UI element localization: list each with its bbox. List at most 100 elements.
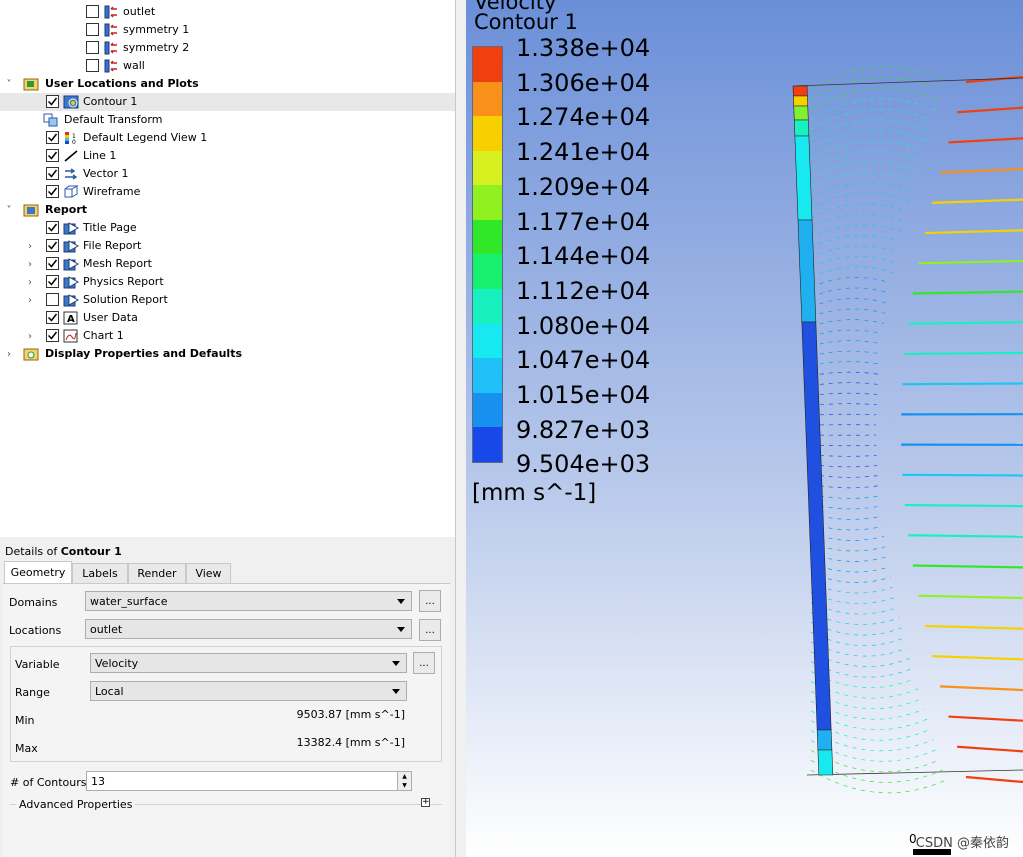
contours-label: # of Contours [10, 776, 87, 789]
legend-icon: 10 [62, 130, 79, 146]
legend-value: 1.177e+04 [516, 207, 651, 236]
tree-item[interactable]: symmetry 1 [0, 21, 455, 39]
locations-select[interactable]: outlet [85, 619, 412, 639]
locations-more-button[interactable]: ... [419, 619, 441, 641]
tree-item[interactable]: › Solution Report [0, 291, 455, 309]
tree-item[interactable]: Contour 1 [0, 93, 455, 111]
tree-item[interactable]: › Chart 1 [0, 327, 455, 345]
visibility-checkbox[interactable] [46, 311, 59, 324]
visibility-checkbox[interactable] [46, 131, 59, 144]
chevron-right-icon[interactable]: › [24, 239, 36, 253]
tree-item[interactable]: ˅ Report [0, 201, 455, 219]
tree-item[interactable]: symmetry 2 [0, 39, 455, 57]
tree-item[interactable]: Wireframe [0, 183, 455, 201]
tree-item[interactable]: 1 0 Default Legend View 1 [0, 129, 455, 147]
tab-view[interactable]: View [186, 563, 231, 583]
tree-item-label: User Data [83, 311, 138, 324]
chevron-right-icon[interactable]: › [24, 275, 36, 289]
legend-color-band [473, 289, 502, 324]
report-page-icon [62, 274, 79, 290]
chevron-right-icon[interactable]: › [24, 257, 36, 271]
domains-label: Domains [9, 596, 58, 609]
tab-geometry[interactable]: Geometry [4, 561, 72, 583]
chevron-right-icon[interactable]: › [24, 293, 36, 307]
legend-color-band [473, 427, 502, 462]
velocity-vector [810, 382, 878, 386]
visibility-checkbox[interactable] [46, 221, 59, 234]
visibility-checkbox[interactable] [86, 41, 99, 54]
domains-more-button[interactable]: ... [419, 590, 441, 612]
velocity-vector [810, 108, 934, 130]
chevron-down-icon[interactable]: ˅ [3, 203, 15, 217]
3d-viewer[interactable]: Velocity Contour 1 1.338e+04 1.306e+04 1.2… [466, 0, 1023, 857]
tree-item[interactable]: Default Transform [0, 111, 455, 129]
visibility-checkbox[interactable] [86, 59, 99, 72]
tree-item[interactable]: A User Data [0, 309, 455, 327]
tree-item[interactable]: › Mesh Report [0, 255, 455, 273]
visibility-checkbox[interactable] [46, 329, 59, 342]
spin-down-icon[interactable]: ▼ [398, 781, 411, 790]
variable-select[interactable]: Velocity [90, 653, 407, 673]
tab-render[interactable]: Render [128, 563, 186, 583]
legend-value: 1.144e+04 [516, 242, 651, 271]
tree-item[interactable]: Line 1 [0, 147, 455, 165]
legend-value: 1.241e+04 [516, 138, 651, 167]
outlet-contour-band [793, 105, 809, 121]
tree-item-label: Default Legend View 1 [83, 131, 208, 144]
report-page-icon [62, 292, 79, 308]
legend-color-band [473, 323, 502, 359]
boundary-icon [102, 58, 119, 74]
visibility-checkbox[interactable] [46, 95, 59, 108]
tree-item[interactable]: › File Report [0, 237, 455, 255]
chevron-right-icon[interactable]: › [24, 329, 36, 343]
range-label: Range [15, 686, 50, 699]
velocity-vector [948, 137, 1023, 144]
locations-label: Locations [9, 624, 62, 637]
velocity-vector [810, 119, 931, 140]
spin-buttons[interactable]: ▲ ▼ [397, 772, 411, 790]
details-header: Details of Contour 1 [5, 545, 122, 558]
tree-item[interactable]: Title Page [0, 219, 455, 237]
tree-item[interactable]: › Display Properties and Defaults [0, 345, 455, 363]
legend-units: [mm s^-1] [472, 480, 597, 506]
visibility-checkbox[interactable] [46, 185, 59, 198]
visibility-checkbox[interactable] [46, 149, 59, 162]
panel-splitter[interactable] [456, 0, 466, 857]
expand-plus-icon[interactable]: + [421, 798, 430, 807]
visibility-checkbox[interactable] [46, 167, 59, 180]
tree-item[interactable]: outlet [0, 3, 455, 21]
tree-item-label: Line 1 [83, 149, 117, 162]
legend-value: 1.209e+04 [516, 172, 651, 201]
velocity-vector [948, 715, 1023, 722]
domains-select[interactable]: water_surface [85, 591, 412, 611]
chevron-down-icon[interactable]: ˅ [3, 77, 15, 91]
tree-item[interactable]: Vector 1 [0, 165, 455, 183]
velocity-vector [810, 129, 928, 150]
tree-item[interactable]: ˅ User Locations and Plots [0, 75, 455, 93]
chevron-right-icon[interactable]: › [3, 347, 15, 361]
velocity-vector [932, 198, 1023, 204]
advanced-properties-label: Advanced Properties [16, 798, 136, 811]
tree-item-label: Physics Report [83, 275, 164, 288]
velocity-vector [918, 594, 1023, 600]
visibility-checkbox[interactable] [46, 275, 59, 288]
velocity-vector [957, 745, 1023, 753]
spin-up-icon[interactable]: ▲ [398, 772, 411, 781]
contours-spinbox[interactable]: 13 ▲ ▼ [86, 771, 412, 791]
variable-more-button[interactable]: ... [413, 652, 435, 674]
boundary-icon [102, 4, 119, 20]
visibility-checkbox[interactable] [46, 293, 59, 306]
boundary-icon [102, 22, 119, 38]
tree-item[interactable]: wall [0, 57, 455, 75]
report-folder-icon [22, 202, 39, 218]
visibility-checkbox[interactable] [86, 23, 99, 36]
visibility-checkbox[interactable] [46, 239, 59, 252]
visibility-checkbox[interactable] [86, 5, 99, 18]
range-select[interactable]: Local [90, 681, 407, 701]
visibility-checkbox[interactable] [46, 257, 59, 270]
tree-item-label: Display Properties and Defaults [45, 347, 243, 360]
tree-item-label: Title Page [83, 221, 137, 234]
tab-labels[interactable]: Labels [72, 563, 128, 583]
tree-item[interactable]: › Physics Report [0, 273, 455, 291]
variable-label: Variable [15, 658, 60, 671]
